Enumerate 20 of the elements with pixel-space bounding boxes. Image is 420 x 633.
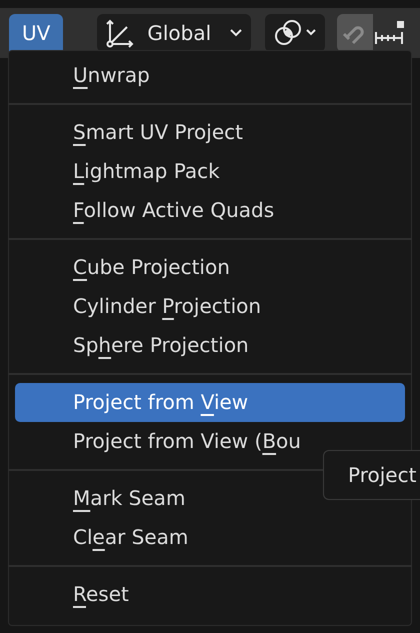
pivot-dropdown[interactable] — [265, 14, 326, 52]
menu-item[interactable]: Sphere Projection — [15, 326, 405, 365]
menu-item[interactable]: Unwrap — [15, 56, 405, 95]
editor-menu-button[interactable]: UV — [9, 14, 64, 52]
orientation-dropdown[interactable]: Global — [97, 14, 252, 52]
menu-item[interactable]: Lightmap Pack — [15, 152, 405, 191]
chevron-icon — [305, 28, 318, 38]
menu-item[interactable]: Project from View — [15, 383, 405, 422]
menu-item[interactable]: Smart UV Project — [15, 113, 405, 152]
menu-item[interactable]: Project from View (Bou — [15, 422, 405, 461]
tooltip-text: Project — [348, 462, 416, 489]
menu-item[interactable]: Cube Projection — [15, 248, 405, 287]
menu-item[interactable]: Clear Seam — [15, 518, 405, 557]
snap-toggle[interactable] — [337, 14, 374, 52]
menu-item[interactable]: Cylinder Projection — [15, 287, 405, 326]
axes-icon — [105, 18, 136, 48]
menu-item[interactable]: Follow Active Quads — [15, 191, 405, 230]
linked-circles-icon — [273, 18, 304, 48]
chevron-icon — [229, 28, 244, 38]
menu-item[interactable]: Reset — [15, 575, 405, 614]
